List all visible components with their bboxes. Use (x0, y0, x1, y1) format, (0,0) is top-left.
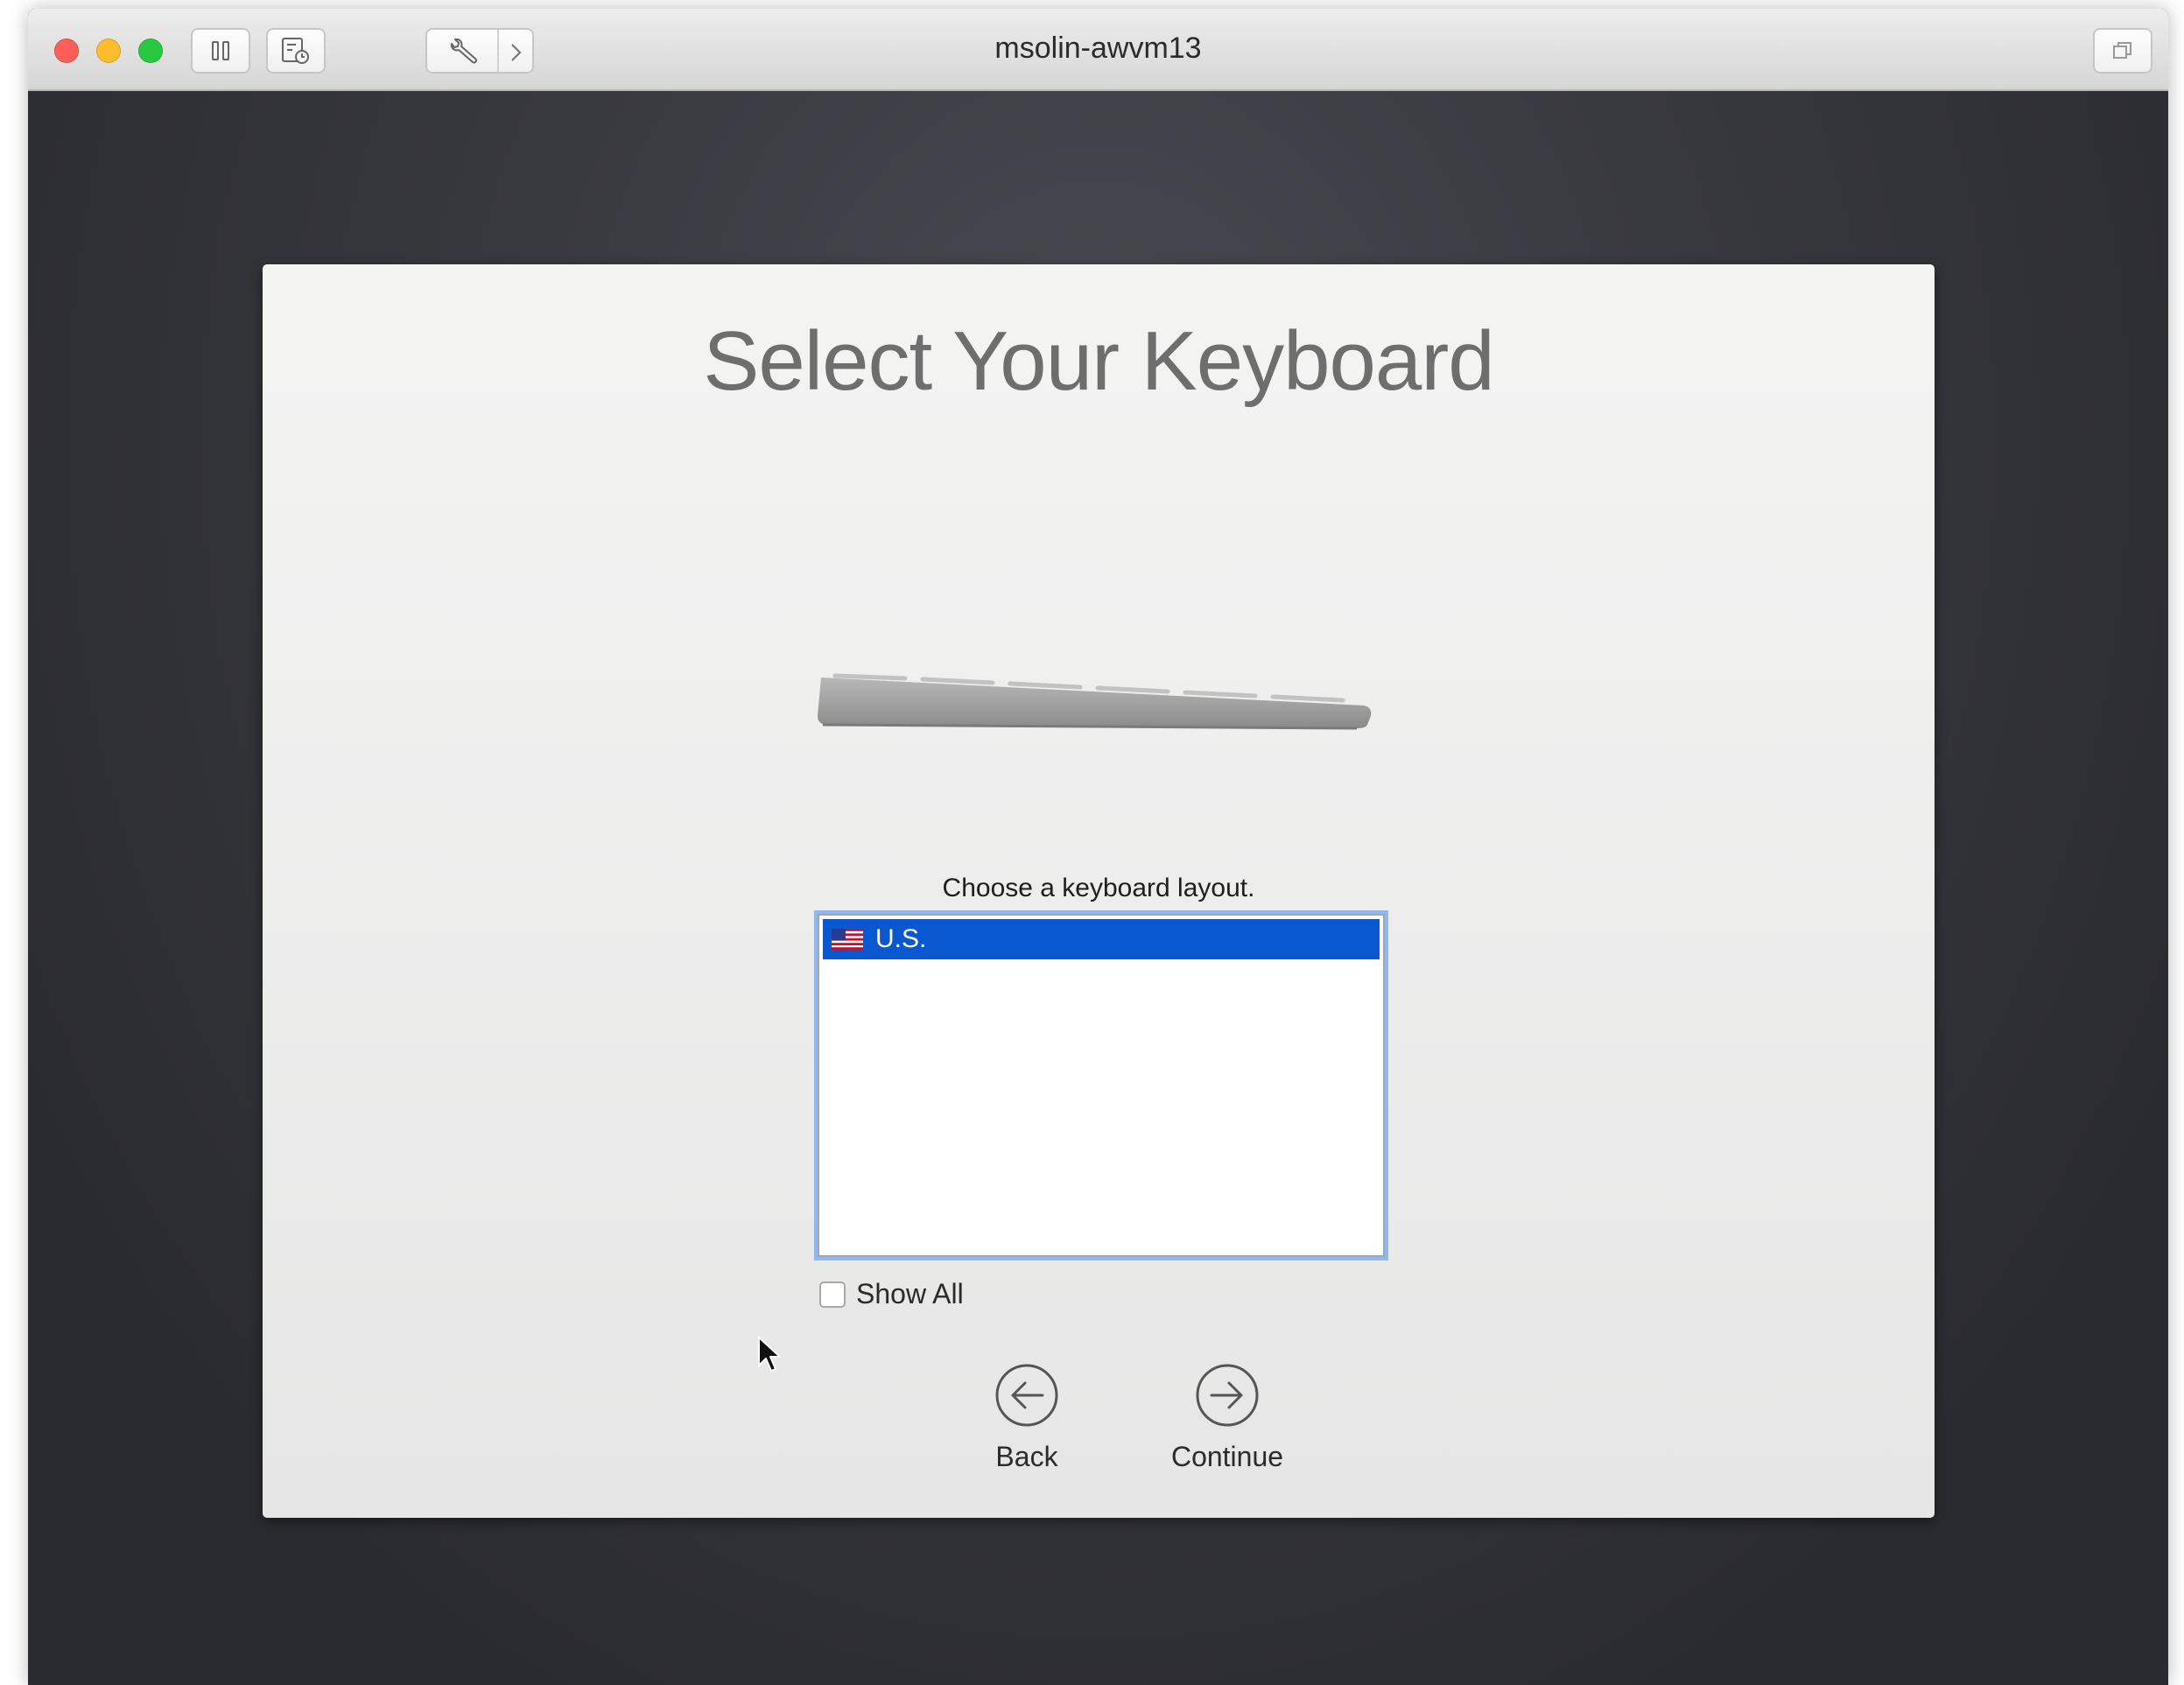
back-button[interactable]: Back (939, 1362, 1114, 1473)
setup-assistant-panel: Select Your Keyboard Choose a keyboard l… (263, 264, 1935, 1518)
back-label: Back (995, 1441, 1058, 1472)
keyboard-illustration-icon (818, 673, 1372, 730)
show-all-checkbox[interactable] (819, 1281, 846, 1308)
title-bar: msolin-awvm13 (28, 9, 2168, 91)
show-all-option[interactable]: Show All (819, 1278, 964, 1310)
vm-window: msolin-awvm13 Select Your Keyboard Choos… (28, 9, 2168, 1685)
mouse-pointer-icon (758, 1337, 781, 1372)
list-item-label: U.S. (875, 924, 927, 953)
continue-arrow-icon (1196, 1364, 1259, 1427)
us-flag-icon (832, 929, 863, 950)
guest-display[interactable]: Select Your Keyboard Choose a keyboard l… (28, 91, 2168, 1685)
restore-window-icon (2113, 42, 2131, 59)
list-item-us[interactable]: U.S. (823, 919, 1380, 959)
continue-label: Continue (1170, 1441, 1284, 1472)
continue-button[interactable]: Continue (1140, 1362, 1315, 1473)
window-title: msolin-awvm13 (994, 32, 1202, 65)
page-title: Select Your Keyboard (703, 314, 1494, 408)
keyboard-layout-prompt: Choose a keyboard layout. (942, 874, 1255, 902)
keyboard-layout-list[interactable]: U.S. (818, 914, 1385, 1257)
restore-window-button[interactable] (2093, 28, 2152, 74)
back-arrow-icon (995, 1364, 1058, 1427)
show-all-label[interactable]: Show All (856, 1278, 964, 1310)
